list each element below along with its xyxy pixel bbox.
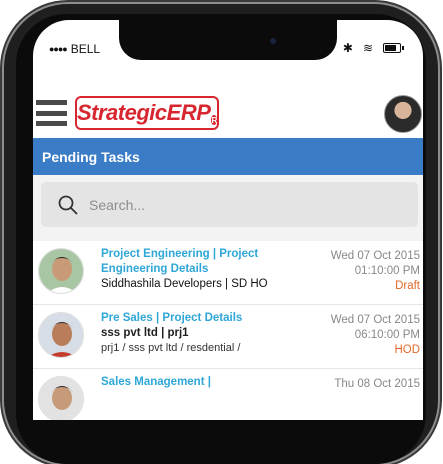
- task-time: 01:10:00 PM: [354, 265, 420, 277]
- task-meta: Wed 07 Oct 2015 01:10:00 PM Draft: [331, 249, 420, 294]
- app-header: StrategicERP R: [33, 90, 423, 138]
- app-screen: ●●●● BELL ✱ ≋ StrategicERP R Pending Tas…: [33, 20, 423, 420]
- task-row[interactable]: Sales Management | Thu 08 Oct 2015: [33, 369, 423, 420]
- wifi-icon: ≋: [362, 41, 373, 55]
- page-title-bar: Pending Tasks: [33, 138, 423, 175]
- search-icon: [58, 195, 78, 214]
- bluetooth-icon: ✱: [342, 41, 353, 55]
- task-title-line2[interactable]: Engineering Details: [101, 262, 301, 277]
- task-title[interactable]: Project Engineering | Project: [101, 247, 301, 262]
- task-avatar: [38, 248, 84, 294]
- battery-icon: [383, 43, 404, 53]
- task-status: Draft: [395, 280, 420, 292]
- task-date: Wed 07 Oct 2015: [330, 314, 420, 326]
- task-text: Pre Sales | Project Details sss pvt ltd …: [101, 311, 301, 356]
- task-date: Wed 07 Oct 2015: [330, 250, 420, 262]
- task-row[interactable]: Project Engineering | Project Engineerin…: [33, 241, 423, 305]
- task-text: Sales Management |: [101, 375, 301, 390]
- phone-frame: ●●●● BELL ✱ ≋ StrategicERP R Pending Tas…: [0, 0, 443, 464]
- carrier-name: BELL: [70, 42, 101, 56]
- status-bar-left: ●●●● BELL: [49, 42, 100, 56]
- phone-notch: [119, 20, 337, 60]
- menu-icon[interactable]: [36, 100, 67, 126]
- user-avatar[interactable]: [384, 95, 422, 133]
- task-detail: prj1 / sss pvt ltd / resdential /: [101, 342, 241, 354]
- search-section: [33, 175, 423, 241]
- task-time: 06:10:00 PM: [354, 329, 420, 341]
- logo-text: StrategicERP: [77, 100, 211, 125]
- task-avatar: [38, 376, 84, 420]
- task-meta: Wed 07 Oct 2015 06:10:00 PM HOD: [331, 313, 420, 358]
- task-status: HOD: [394, 344, 420, 356]
- task-date: Thu 08 Oct 2015: [334, 378, 420, 390]
- search-box[interactable]: [41, 182, 418, 227]
- task-meta: Thu 08 Oct 2015: [334, 377, 420, 392]
- strategicerp-logo: StrategicERP R: [75, 96, 219, 130]
- task-subtitle: sss pvt ltd | prj1: [101, 327, 189, 339]
- task-subtitle: Siddhashila Developers | SD HO: [101, 278, 268, 290]
- task-text: Project Engineering | Project Engineerin…: [101, 247, 301, 292]
- task-title[interactable]: Sales Management |: [101, 375, 301, 390]
- search-input[interactable]: [87, 195, 371, 214]
- signal-icon: ●●●●: [49, 44, 68, 54]
- task-title[interactable]: Pre Sales | Project Details: [101, 311, 301, 326]
- status-bar-right: ✱ ≋: [342, 41, 404, 55]
- task-row[interactable]: Pre Sales | Project Details sss pvt ltd …: [33, 305, 423, 369]
- camera-dot: [270, 38, 276, 44]
- registered-mark: R: [211, 115, 217, 125]
- page-title: Pending Tasks: [42, 148, 140, 165]
- task-avatar: [38, 312, 84, 358]
